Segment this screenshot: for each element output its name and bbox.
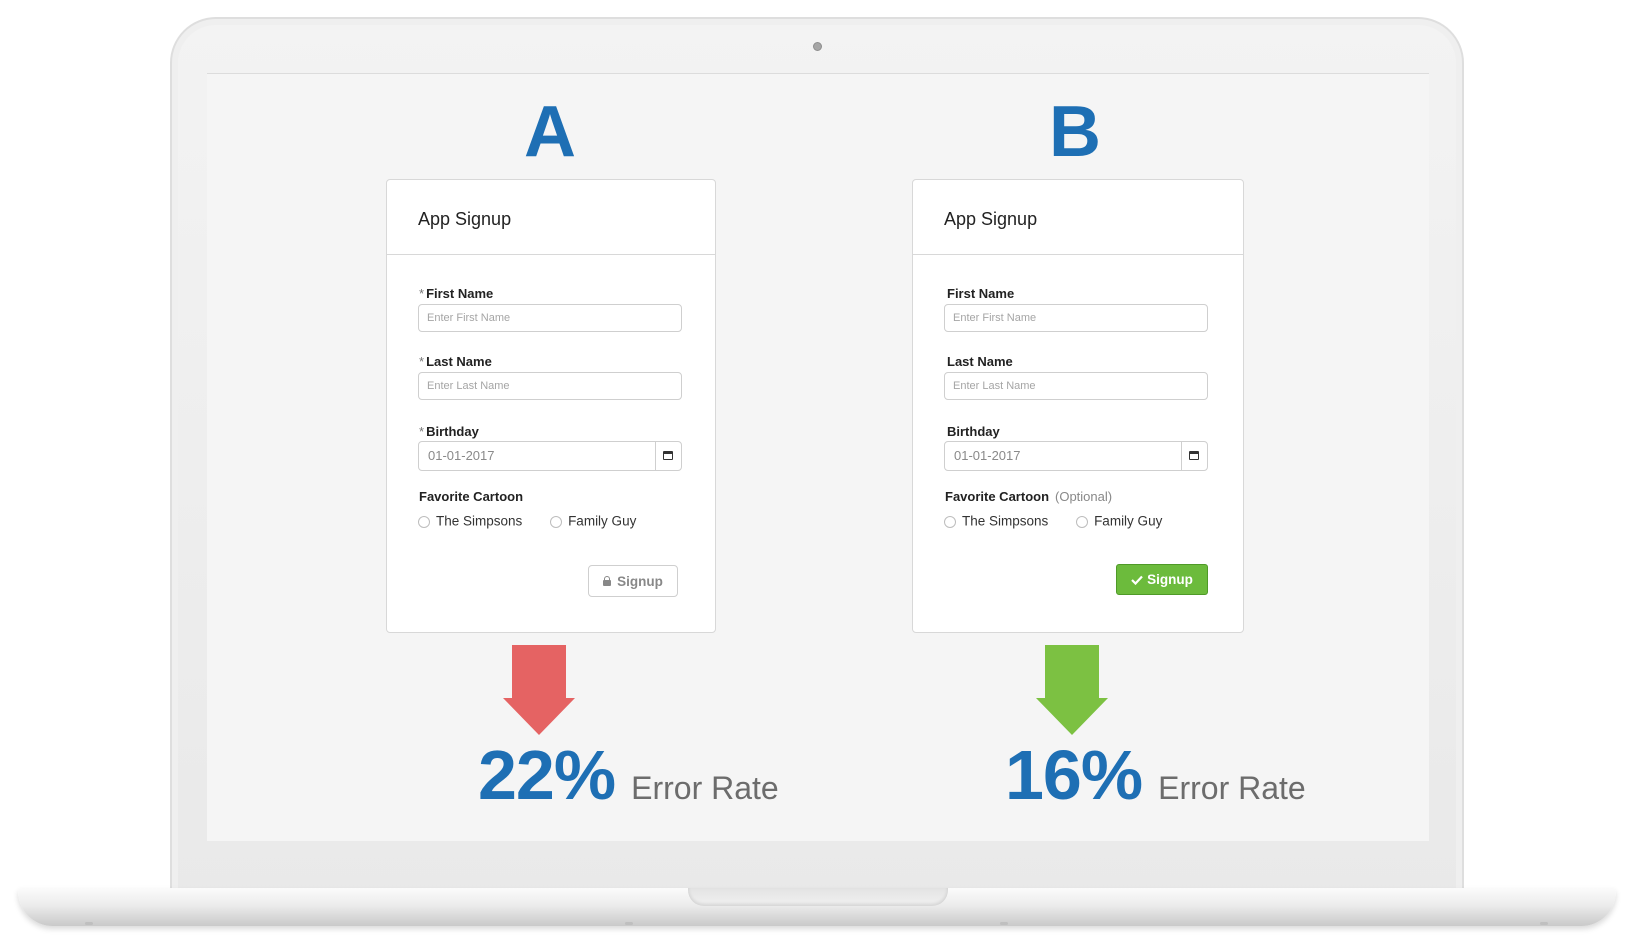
optional-note: (Optional) bbox=[1055, 489, 1113, 504]
cartoon-radio-group: The Simpsons Family Guy bbox=[418, 513, 636, 530]
birthday-input[interactable]: 01-01-2017 bbox=[944, 441, 1208, 471]
birthday-label-text: Birthday bbox=[426, 424, 479, 439]
green-down-arrow-icon bbox=[1036, 645, 1108, 735]
metric-a: 22% Error Rate bbox=[478, 740, 779, 823]
variant-b-label: B bbox=[1049, 92, 1101, 172]
radio-circle[interactable] bbox=[418, 515, 430, 528]
required-marker: * bbox=[419, 424, 425, 439]
last-name-label-text: Last Name bbox=[426, 354, 492, 369]
birthday-label: Birthday bbox=[945, 424, 1000, 440]
favorite-cartoon-label-text: Favorite Cartoon bbox=[419, 489, 524, 504]
camera-icon bbox=[813, 42, 822, 51]
radio-circle[interactable] bbox=[550, 515, 563, 528]
first-name-label-text: First Name bbox=[426, 286, 494, 301]
favorite-cartoon-label: Favorite Cartoon bbox=[419, 489, 529, 505]
radio-label: The Simpsons bbox=[962, 513, 1049, 529]
birthday-label-text: Birthday bbox=[947, 424, 1000, 439]
signup-form-a: App Signup *First Name *Last Name *Birth… bbox=[386, 179, 716, 633]
cartoon-radio-group: The Simpsons Family Guy bbox=[944, 513, 1162, 530]
laptop-foot bbox=[625, 922, 633, 925]
red-down-arrow-icon bbox=[503, 645, 575, 735]
calendar-button[interactable] bbox=[655, 442, 681, 470]
laptop-foot bbox=[1000, 922, 1008, 925]
first-name-label: First Name bbox=[945, 286, 1014, 302]
birthday-value: 01-01-2017 bbox=[954, 448, 1021, 463]
arrow-shape bbox=[503, 645, 575, 735]
last-name-label: * Last Name bbox=[419, 354, 492, 370]
radio-label: Family Guy bbox=[568, 513, 637, 529]
lock-icon bbox=[603, 576, 612, 586]
variant-a-label: A bbox=[524, 92, 576, 172]
required-marker: * bbox=[419, 286, 425, 301]
calendar-icon bbox=[1189, 451, 1199, 460]
signup-label: Signup bbox=[617, 573, 663, 589]
favorite-cartoon-label-text: Favorite Cartoon bbox=[945, 489, 1050, 504]
last-name-input[interactable] bbox=[418, 372, 682, 400]
error-rate-label: Error Rate bbox=[631, 770, 779, 806]
radio-label: The Simpsons bbox=[436, 513, 523, 529]
arrow-shape bbox=[1036, 645, 1108, 735]
calendar-button[interactable] bbox=[1181, 442, 1207, 470]
form-divider bbox=[387, 254, 715, 255]
laptop-foot bbox=[85, 922, 93, 925]
radio-family-guy[interactable]: Family Guy bbox=[550, 513, 636, 529]
last-name-label-text: Last Name bbox=[947, 354, 1013, 369]
metric-b: 16% Error Rate bbox=[1005, 740, 1306, 823]
laptop-foot bbox=[1540, 922, 1548, 925]
first-name-input[interactable] bbox=[944, 304, 1208, 332]
first-name-label: * First Name bbox=[419, 286, 493, 302]
radio-the-simpsons[interactable]: The Simpsons bbox=[418, 513, 522, 529]
signup-label: Signup bbox=[1147, 572, 1193, 587]
last-name-label: Last Name bbox=[945, 354, 1013, 370]
radio-circle[interactable] bbox=[944, 515, 956, 528]
birthday-input[interactable]: 01-01-2017 bbox=[418, 441, 682, 471]
calendar-icon bbox=[663, 451, 673, 460]
radio-family-guy[interactable]: Family Guy bbox=[1076, 513, 1162, 529]
form-title: App Signup bbox=[944, 209, 1038, 229]
error-rate-value: 22% bbox=[478, 736, 616, 814]
radio-label: Family Guy bbox=[1094, 513, 1163, 529]
favorite-cartoon-label: Favorite Cartoon (Optional) bbox=[945, 489, 1112, 505]
signup-form-b: App Signup First Name Last Name Birthday… bbox=[912, 179, 1244, 633]
last-name-input[interactable] bbox=[944, 372, 1208, 400]
error-rate-value: 16% bbox=[1005, 736, 1143, 814]
first-name-label-text: First Name bbox=[947, 286, 1015, 301]
birthday-label: * Birthday bbox=[419, 424, 479, 440]
birthday-value: 01-01-2017 bbox=[428, 448, 495, 463]
check-icon bbox=[1131, 575, 1143, 585]
first-name-input[interactable] bbox=[418, 304, 682, 332]
required-marker: * bbox=[419, 354, 425, 369]
radio-circle[interactable] bbox=[1076, 515, 1089, 528]
laptop-notch bbox=[688, 888, 948, 906]
error-rate-label: Error Rate bbox=[1158, 770, 1306, 806]
form-title: App Signup bbox=[418, 209, 512, 229]
signup-button-locked[interactable]: Signup bbox=[588, 565, 678, 597]
radio-the-simpsons[interactable]: The Simpsons bbox=[944, 513, 1048, 529]
form-divider bbox=[913, 254, 1243, 255]
signup-button-enabled[interactable]: Signup bbox=[1116, 564, 1208, 595]
